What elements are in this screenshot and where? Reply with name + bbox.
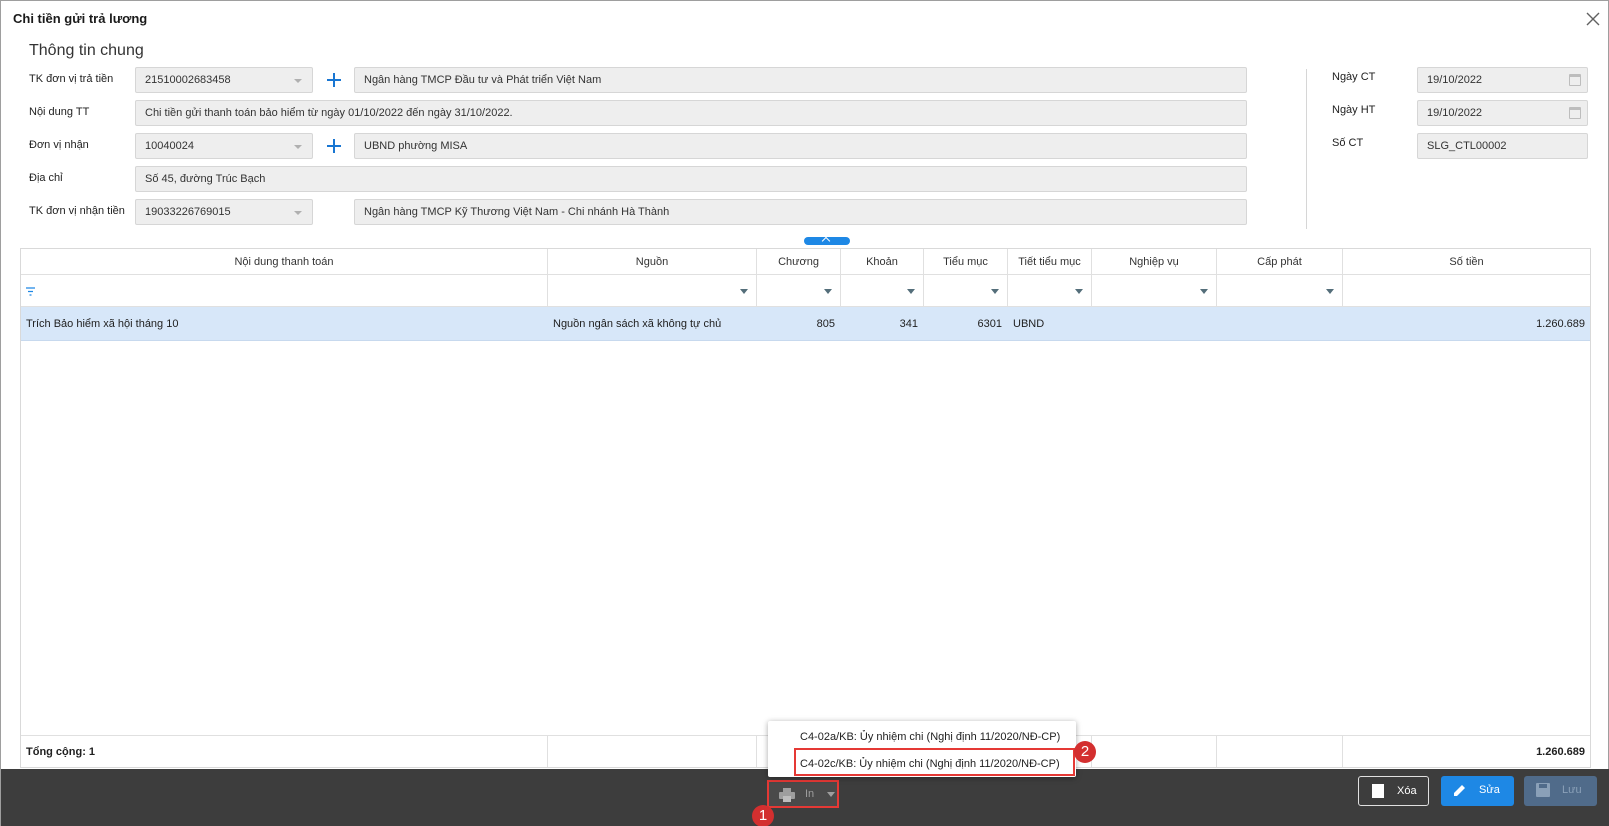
save-button[interactable]: Lưu xyxy=(1524,776,1597,806)
trash-icon xyxy=(1372,784,1384,798)
payer-bank-field: Ngân hàng TMCP Đầu tư và Phát triển Việt… xyxy=(354,67,1247,93)
col-header-source[interactable]: Nguồn xyxy=(548,249,757,274)
cell-detail: UBND xyxy=(1013,318,1045,330)
chevron-down-icon xyxy=(827,792,835,797)
filter-source[interactable] xyxy=(548,275,757,306)
col-header-detail[interactable]: Tiết tiểu mục xyxy=(1008,249,1092,274)
receiver-value: 10040024 xyxy=(145,140,194,152)
edit-button[interactable]: Sửa xyxy=(1441,776,1514,806)
col-header-content[interactable]: Nội dung thanh toán xyxy=(21,249,548,274)
col-header-section[interactable]: Khoản xyxy=(841,249,924,274)
doc-no-field[interactable]: SLG_CTL00002 xyxy=(1417,133,1588,159)
calendar-icon[interactable] xyxy=(1569,74,1581,86)
section-title: Thông tin chung xyxy=(29,42,144,59)
content-field[interactable]: Chi tiền gửi thanh toán bảo hiểm từ ngày… xyxy=(135,100,1247,126)
cell-allocation xyxy=(1217,307,1343,340)
total-label: Tổng cộng: 1 xyxy=(21,736,548,767)
edit-label: Sửa xyxy=(1479,784,1500,796)
step-badge-1: 1 xyxy=(752,805,774,826)
receiver-name-value: UBND phường MISA xyxy=(364,140,468,152)
filter-icon[interactable] xyxy=(26,287,35,296)
filter-content[interactable] xyxy=(21,275,548,306)
grid-header-row: Nội dung thanh toán Nguồn Chương Khoản T… xyxy=(21,249,1590,275)
cell-content: Trích Bảo hiểm xã hội tháng 10 xyxy=(26,318,179,330)
content-value: Chi tiền gửi thanh toán bảo hiểm từ ngày… xyxy=(145,107,513,119)
dialog-window: Chi tiền gửi trả lương Thông tin chung T… xyxy=(0,0,1609,826)
add-receiver-icon[interactable] xyxy=(327,139,341,153)
col-header-chapter[interactable]: Chương xyxy=(757,249,841,274)
payment-grid: Nội dung thanh toán Nguồn Chương Khoản T… xyxy=(20,248,1591,768)
save-icon xyxy=(1536,783,1550,797)
col-header-allocation[interactable]: Cấp phát xyxy=(1217,249,1343,274)
filter-section[interactable] xyxy=(841,275,924,306)
cell-chapter: 805 xyxy=(816,318,835,330)
grid-filter-row xyxy=(21,275,1590,307)
doc-date-label: Ngày CT xyxy=(1332,71,1376,83)
content-label: Nội dung TT xyxy=(29,106,90,118)
pencil-icon xyxy=(1454,785,1465,796)
receiver-account-label: TK đơn vị nhận tiền xyxy=(29,205,125,217)
print-button[interactable]: In xyxy=(767,780,839,808)
cell-sub-item: 6301 xyxy=(977,318,1002,330)
cell-section: 341 xyxy=(899,318,918,330)
delete-button[interactable]: Xóa xyxy=(1358,776,1429,806)
address-value: Số 45, đường Trúc Bạch xyxy=(145,173,266,185)
doc-date-field[interactable]: 19/10/2022 xyxy=(1417,67,1588,93)
calendar-icon[interactable] xyxy=(1569,107,1581,119)
cell-business xyxy=(1092,307,1217,340)
receiver-select[interactable]: 10040024 xyxy=(135,133,313,159)
printer-icon xyxy=(779,788,795,802)
table-row[interactable]: Trích Bảo hiểm xã hội tháng 10 Nguồn ngâ… xyxy=(21,307,1590,341)
filter-sub-item[interactable] xyxy=(924,275,1008,306)
filter-allocation[interactable] xyxy=(1217,275,1343,306)
filter-business[interactable] xyxy=(1092,275,1217,306)
dialog-title: Chi tiền gửi trả lương xyxy=(13,11,148,26)
post-date-field[interactable]: 19/10/2022 xyxy=(1417,100,1588,126)
save-label: Lưu xyxy=(1562,784,1582,796)
filter-amount[interactable] xyxy=(1343,275,1590,306)
col-header-sub-item[interactable]: Tiểu mục xyxy=(924,249,1008,274)
delete-label: Xóa xyxy=(1397,785,1417,797)
doc-no-label: Số CT xyxy=(1332,137,1364,149)
receiver-bank-field: Ngân hàng TMCP Kỹ Thương Việt Nam - Chi … xyxy=(354,199,1247,225)
payer-account-label: TK đơn vị trả tiền xyxy=(29,73,114,85)
receiver-label: Đơn vị nhận xyxy=(29,139,89,151)
col-header-business[interactable]: Nghiệp vụ xyxy=(1092,249,1217,274)
close-icon[interactable] xyxy=(1583,9,1603,29)
post-date-value: 19/10/2022 xyxy=(1427,107,1483,119)
total-amount: 1.260.689 xyxy=(1536,746,1585,758)
collapse-toggle[interactable] xyxy=(804,237,850,245)
cell-source: Nguồn ngân sách xã không tự chủ xyxy=(553,318,722,330)
receiver-name-field: UBND phường MISA xyxy=(354,133,1247,159)
payer-bank-value: Ngân hàng TMCP Đầu tư và Phát triển Việt… xyxy=(364,74,602,86)
menu-item-highlight xyxy=(794,748,1075,776)
post-date-label: Ngày HT xyxy=(1332,104,1376,116)
cell-amount: 1.260.689 xyxy=(1536,318,1585,330)
add-payer-account-icon[interactable] xyxy=(327,73,341,87)
print-label: In xyxy=(805,788,815,800)
payer-account-select[interactable]: 21510002683458 xyxy=(135,67,313,93)
form-divider xyxy=(1306,69,1307,229)
receiver-account-select[interactable]: 19033226769015 xyxy=(135,199,313,225)
payer-account-value: 21510002683458 xyxy=(145,74,231,86)
doc-date-value: 19/10/2022 xyxy=(1427,74,1483,86)
menu-item-c4-02a[interactable]: C4-02a/KB: Ủy nhiệm chi (Nghị định 11/20… xyxy=(800,731,1060,743)
receiver-bank-value: Ngân hàng TMCP Kỹ Thương Việt Nam - Chi … xyxy=(364,206,670,218)
receiver-account-value: 19033226769015 xyxy=(145,206,231,218)
col-header-amount[interactable]: Số tiền xyxy=(1343,249,1590,274)
filter-detail[interactable] xyxy=(1008,275,1092,306)
doc-no-value: SLG_CTL00002 xyxy=(1427,140,1507,152)
address-label: Địa chỉ xyxy=(29,172,63,184)
filter-chapter[interactable] xyxy=(757,275,841,306)
address-field[interactable]: Số 45, đường Trúc Bạch xyxy=(135,166,1247,192)
step-badge-2: 2 xyxy=(1074,741,1096,763)
